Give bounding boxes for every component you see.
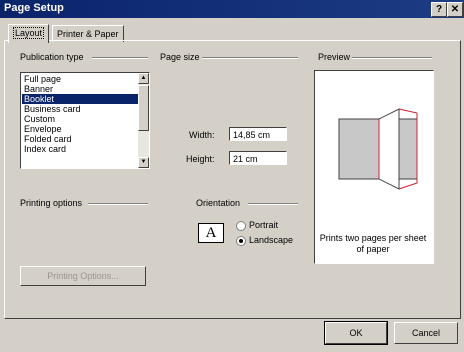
divider <box>352 57 432 59</box>
landscape-orientation-icon: A <box>198 223 224 243</box>
preview-caption: Prints two pages per sheet of paper <box>319 233 427 254</box>
list-item[interactable]: Folded card <box>22 134 139 144</box>
divider <box>88 203 148 205</box>
list-item[interactable]: Custom <box>22 114 139 124</box>
list-item[interactable]: Full page <box>22 74 139 84</box>
cancel-button[interactable]: Cancel <box>394 322 458 344</box>
divider <box>202 57 298 59</box>
list-item[interactable]: Index card <box>22 144 139 154</box>
tab-layout-label: Layout <box>13 27 45 39</box>
tab-layout[interactable]: Layout <box>8 24 50 43</box>
printing-options-heading: Printing options <box>20 198 83 208</box>
page-size-heading: Page size <box>160 52 200 62</box>
landscape-radio[interactable] <box>236 236 246 246</box>
window-title: Page Setup <box>4 2 64 14</box>
divider <box>92 57 148 59</box>
list-item[interactable]: Envelope <box>22 124 139 134</box>
publication-type-list[interactable]: Full page Banner Booklet Business card C… <box>20 72 150 169</box>
divider <box>248 203 298 205</box>
ok-button[interactable]: OK <box>324 321 388 345</box>
list-item[interactable]: Banner <box>22 84 139 94</box>
portrait-label[interactable]: Portrait <box>249 220 278 230</box>
height-field[interactable]: 21 cm <box>229 151 287 165</box>
preview-heading: Preview <box>318 52 351 62</box>
list-item-selected[interactable]: Booklet <box>22 94 139 104</box>
radio-selected-dot <box>239 239 243 243</box>
publication-type-heading: Publication type <box>20 52 84 62</box>
scroll-thumb[interactable] <box>138 85 149 131</box>
width-field[interactable]: 14,85 cm <box>229 127 287 141</box>
title-bar: Page Setup ? ✕ <box>0 0 464 18</box>
scroll-down-icon[interactable]: ▼ <box>138 157 149 168</box>
portrait-radio[interactable] <box>236 221 246 231</box>
scroll-up-icon[interactable]: ▲ <box>138 73 149 84</box>
page-setup-dialog: Page Setup ? ✕ Layout Printer & Paper Pu… <box>0 0 464 352</box>
height-label: Height: <box>186 154 215 164</box>
tab-printer-paper-label: Printer & Paper <box>57 29 119 39</box>
printing-options-button[interactable]: Printing Options... <box>20 266 146 286</box>
landscape-sheet <box>338 118 418 180</box>
landscape-label[interactable]: Landscape <box>249 235 293 245</box>
list-scrollbar[interactable]: ▲ ▼ <box>138 73 149 168</box>
width-label: Width: <box>189 130 215 140</box>
folded-page <box>378 108 400 190</box>
help-icon[interactable]: ? <box>431 2 447 17</box>
list-item[interactable]: Business card <box>22 104 139 114</box>
close-icon[interactable]: ✕ <box>447 2 463 17</box>
orientation-heading: Orientation <box>196 198 241 208</box>
